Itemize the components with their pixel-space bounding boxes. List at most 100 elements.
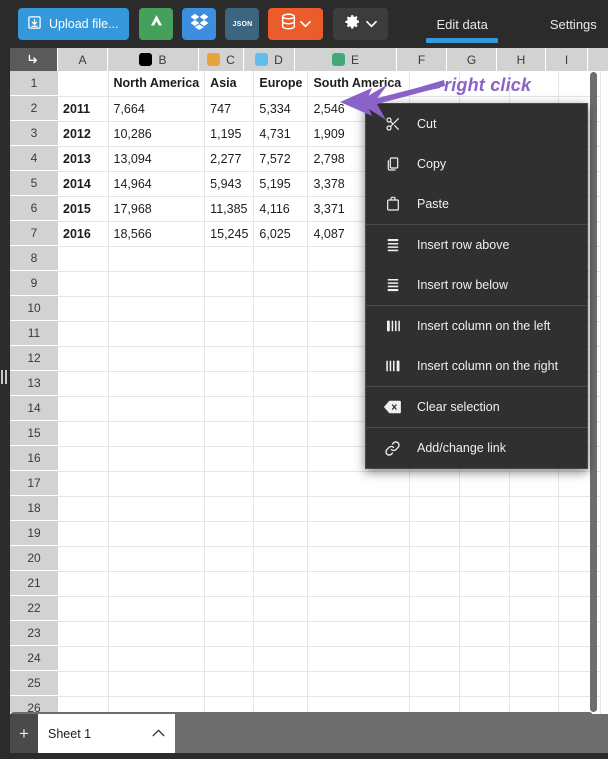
cell-B3[interactable]: 10,286 <box>108 121 206 147</box>
cell-B2[interactable]: 7,664 <box>108 96 206 122</box>
row-header-1[interactable]: 1 <box>10 71 58 96</box>
cell-B9[interactable] <box>108 271 206 297</box>
row-header-8[interactable]: 8 <box>10 246 58 271</box>
cell-G22[interactable] <box>459 596 511 622</box>
column-header-f[interactable]: F <box>397 48 447 71</box>
cell-C3[interactable]: 1,195 <box>204 121 255 147</box>
cell-A22[interactable] <box>58 596 109 622</box>
json-button[interactable]: JSON <box>225 8 260 40</box>
cell-F18[interactable] <box>409 496 461 522</box>
cell-A9[interactable] <box>58 271 109 297</box>
cell-C13[interactable] <box>204 371 255 397</box>
dropbox-button[interactable] <box>182 8 217 40</box>
cell-B18[interactable] <box>108 496 206 522</box>
column-color-swatch[interactable] <box>207 53 221 66</box>
cell-C17[interactable] <box>204 471 255 497</box>
cell-E17[interactable] <box>307 471 411 497</box>
row-header-17[interactable]: 17 <box>10 471 58 496</box>
cell-A4[interactable]: 2013 <box>58 146 109 172</box>
cell-D4[interactable]: 7,572 <box>253 146 309 172</box>
cell-F24[interactable] <box>409 646 461 672</box>
cell-G24[interactable] <box>459 646 511 672</box>
cell-F25[interactable] <box>409 671 461 697</box>
cell-D21[interactable] <box>253 571 309 597</box>
cell-C9[interactable] <box>204 271 255 297</box>
cell-H20[interactable] <box>509 546 560 572</box>
cell-B13[interactable] <box>108 371 206 397</box>
tab-edit-data[interactable]: Edit data <box>426 0 498 48</box>
cell-E22[interactable] <box>307 596 411 622</box>
cell-B10[interactable] <box>108 296 206 322</box>
cell-D20[interactable] <box>253 546 309 572</box>
cell-D11[interactable] <box>253 321 309 347</box>
cell-F22[interactable] <box>409 596 461 622</box>
cell-E25[interactable] <box>307 671 411 697</box>
google-drive-button[interactable] <box>139 8 174 40</box>
cell-B15[interactable] <box>108 421 206 447</box>
select-all-corner[interactable] <box>10 48 58 71</box>
cell-F21[interactable] <box>409 571 461 597</box>
column-header-d[interactable]: D <box>244 48 295 71</box>
cell-F23[interactable] <box>409 621 461 647</box>
cell-B24[interactable] <box>108 646 206 672</box>
column-header-a[interactable]: A <box>58 48 108 71</box>
cell-C23[interactable] <box>204 621 255 647</box>
cell-A24[interactable] <box>58 646 109 672</box>
cell-B19[interactable] <box>108 521 206 547</box>
cell-A6[interactable]: 2015 <box>58 196 109 222</box>
cell-D8[interactable] <box>253 246 309 272</box>
row-header-18[interactable]: 18 <box>10 496 58 521</box>
cell-B20[interactable] <box>108 546 206 572</box>
cell-C2[interactable]: 747 <box>204 96 255 122</box>
cell-H17[interactable] <box>509 471 560 497</box>
cell-C21[interactable] <box>204 571 255 597</box>
cell-C16[interactable] <box>204 446 255 472</box>
cell-B22[interactable] <box>108 596 206 622</box>
row-header-20[interactable]: 20 <box>10 546 58 571</box>
cell-H23[interactable] <box>509 621 560 647</box>
cell-B16[interactable] <box>108 446 206 472</box>
menu-item-insert-row-above[interactable]: Insert row above <box>366 225 587 265</box>
cell-D5[interactable]: 5,195 <box>253 171 309 197</box>
cell-A23[interactable] <box>58 621 109 647</box>
cell-A21[interactable] <box>58 571 109 597</box>
cell-C1[interactable]: Asia <box>204 71 255 97</box>
menu-item-copy[interactable]: Copy <box>366 144 587 184</box>
cell-B21[interactable] <box>108 571 206 597</box>
menu-item-clear-selection[interactable]: Clear selection <box>366 387 587 427</box>
cell-D24[interactable] <box>253 646 309 672</box>
cell-C20[interactable] <box>204 546 255 572</box>
add-sheet-button[interactable]: + <box>10 714 38 753</box>
row-header-25[interactable]: 25 <box>10 671 58 696</box>
cell-D9[interactable] <box>253 271 309 297</box>
cell-A2[interactable]: 2011 <box>58 96 109 122</box>
row-header-24[interactable]: 24 <box>10 646 58 671</box>
row-header-22[interactable]: 22 <box>10 596 58 621</box>
cell-B5[interactable]: 14,964 <box>108 171 206 197</box>
row-header-15[interactable]: 15 <box>10 421 58 446</box>
menu-item-insert-column-on-the-right[interactable]: Insert column on the right <box>366 346 587 386</box>
cell-A16[interactable] <box>58 446 109 472</box>
menu-item-insert-row-below[interactable]: Insert row below <box>366 265 587 305</box>
row-header-23[interactable]: 23 <box>10 621 58 646</box>
column-header-g[interactable]: G <box>447 48 497 71</box>
cell-H24[interactable] <box>509 646 560 672</box>
row-header-12[interactable]: 12 <box>10 346 58 371</box>
cell-D13[interactable] <box>253 371 309 397</box>
cell-H25[interactable] <box>509 671 560 697</box>
sheet-tab-sheet-1[interactable]: Sheet 1 <box>38 714 175 753</box>
menu-item-add-change-link[interactable]: Add/change link <box>366 428 587 468</box>
cell-D10[interactable] <box>253 296 309 322</box>
column-color-swatch[interactable] <box>139 53 153 66</box>
cell-A15[interactable] <box>58 421 109 447</box>
column-color-swatch[interactable] <box>331 53 345 66</box>
vertical-scrollbar[interactable] <box>590 72 597 712</box>
cell-A20[interactable] <box>58 546 109 572</box>
column-color-swatch[interactable] <box>255 53 269 66</box>
cell-B17[interactable] <box>108 471 206 497</box>
cell-C5[interactable]: 5,943 <box>204 171 255 197</box>
cell-G23[interactable] <box>459 621 511 647</box>
cell-C25[interactable] <box>204 671 255 697</box>
cell-D25[interactable] <box>253 671 309 697</box>
cell-G21[interactable] <box>459 571 511 597</box>
